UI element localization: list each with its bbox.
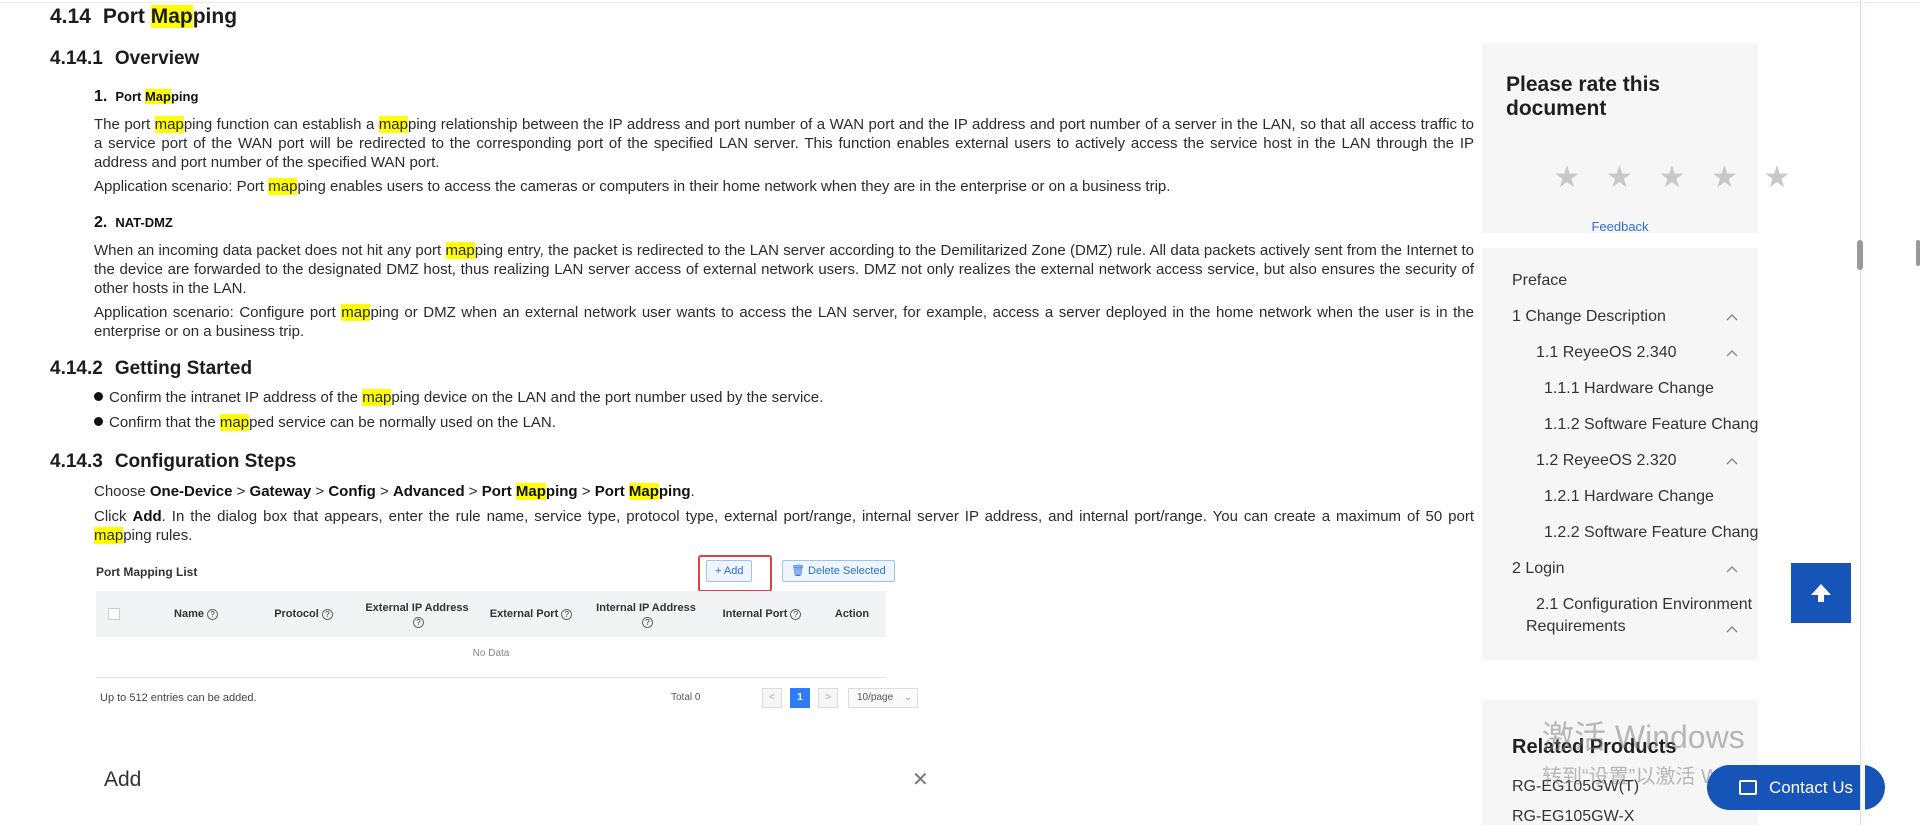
figure-entry-limit-note: Up to 512 entries can be added.	[100, 692, 257, 704]
rating-title: Please rate this document	[1506, 73, 1661, 120]
subsection-title-getting-started: 4.14.2 Getting Started	[50, 358, 253, 379]
list-heading-port-mapping: 1. Port Mapping	[94, 88, 199, 105]
close-icon: ✕	[912, 769, 929, 791]
toc-item[interactable]: 1.2 ReyeeOS 2.320	[1536, 450, 1677, 472]
toc-item[interactable]: 1.1.1 Hardware Change	[1544, 378, 1714, 400]
paragraph-nat-dmz-intro: When an incoming data packet does not hi…	[94, 242, 1475, 297]
paragraph-port-mapping-scenario: Application scenario: Port mapping enabl…	[94, 178, 1171, 195]
search-highlight: map	[445, 242, 475, 259]
chevron-up-icon[interactable]	[1726, 564, 1738, 576]
contact-us-button[interactable]: Contact Us	[1707, 765, 1885, 810]
table-of-contents: Preface 1 Change Description 1.1 ReyeeOS…	[1482, 248, 1758, 660]
section-number: 4.14	[50, 5, 91, 28]
search-highlight: Map	[515, 483, 546, 500]
section-title-4-14: 4.14 Port Mapping	[50, 5, 238, 28]
help-icon: ?	[642, 616, 653, 628]
star-icon[interactable]: ★	[1762, 163, 1792, 193]
subsection-title-overview: 4.14.1 Overview	[50, 48, 200, 69]
help-icon: ?	[413, 616, 424, 628]
toc-item[interactable]: 2.1 Configuration Environment	[1536, 594, 1752, 616]
search-highlight: Map	[144, 89, 171, 104]
toc-item[interactable]: 1.1.2 Software Feature Change	[1544, 414, 1758, 436]
search-highlight: map	[219, 414, 250, 431]
figure-total-count: Total 0	[671, 692, 701, 703]
chevron-down-icon: ⌄	[903, 692, 912, 703]
list-heading-nat-dmz: 2. NAT-DMZ	[94, 214, 173, 231]
bullet-dot-icon	[94, 392, 103, 401]
search-highlight: map	[154, 116, 184, 133]
bullet-item: Confirm the intranet IP address of the m…	[94, 389, 823, 406]
figure-delete-selected-button: 🗑 Delete Selected	[782, 560, 895, 582]
help-icon: ?	[321, 608, 333, 620]
star-icon[interactable]: ★	[1552, 163, 1582, 193]
search-highlight: map	[362, 389, 392, 406]
figure-list-title: Port Mapping List	[96, 565, 198, 579]
figure-page-size-select: 10/page ⌄	[848, 688, 918, 708]
figure-column-header: Internal Port?	[706, 591, 818, 637]
search-highlight: map	[341, 304, 371, 321]
figure-column-header: Name?	[146, 591, 246, 637]
search-highlight: Map	[628, 483, 659, 500]
search-highlight: map	[94, 527, 124, 544]
rating-stars: ★ ★ ★ ★ ★	[1552, 163, 1792, 193]
chevron-up-icon[interactable]	[1726, 456, 1738, 468]
trash-icon: 🗑	[791, 565, 809, 577]
bullet-dot-icon	[94, 417, 103, 426]
bullet-item: Confirm that the mapped service can be n…	[94, 414, 556, 431]
document-content: 4.14 Port Mapping 4.14.1 Overview 1. Port M…	[50, 0, 1474, 825]
toc-item[interactable]: 1.2.1 Hardware Change	[1544, 486, 1714, 508]
figure-column-header: External IP Address?	[365, 601, 469, 628]
help-icon: ?	[790, 608, 802, 620]
star-icon[interactable]: ★	[1657, 163, 1687, 193]
chevron-up-icon[interactable]	[1726, 624, 1738, 636]
toc-item[interactable]: 1 Change Description	[1512, 306, 1666, 328]
figure-no-data: No Data	[472, 648, 510, 659]
figure-select-all-checkbox	[108, 608, 120, 620]
chevron-up-icon[interactable]	[1726, 312, 1738, 324]
paragraph-port-mapping-intro: The port mapping function can establish …	[94, 116, 1474, 171]
help-icon: ?	[561, 608, 573, 620]
toc-item-continuation[interactable]: Requirements	[1526, 616, 1626, 638]
back-to-top-button[interactable]	[1791, 563, 1851, 623]
paragraph-click-add: Click Add. In the dialog box that appear…	[94, 508, 1475, 544]
paragraph-nat-dmz-scenario: Application scenario: Configure port map…	[94, 304, 1474, 340]
chat-icon	[1738, 780, 1757, 795]
figure-table-header: Name? Protocol? External IP Address? Ext…	[96, 591, 886, 637]
figure-column-header: Action	[834, 608, 870, 620]
figure-prev-page: <	[762, 688, 782, 708]
figure-current-page: 1	[790, 688, 810, 708]
sidebar-scrollbar-thumb[interactable]	[1857, 240, 1863, 270]
figure-dialog-title: Add	[104, 768, 142, 791]
toc-item[interactable]: 2 Login	[1512, 558, 1565, 580]
figure-divider	[96, 677, 886, 678]
figure-column-header: External Port?	[476, 591, 586, 637]
paragraph-navigation-path: Choose One-Device > Gateway > Config > A…	[94, 483, 695, 500]
figure-column-header: Internal IP Address?	[596, 601, 696, 628]
chevron-up-icon[interactable]	[1726, 348, 1738, 360]
search-highlight: map	[378, 116, 408, 133]
page-scrollbar-thumb[interactable]	[1916, 240, 1920, 266]
star-icon[interactable]: ★	[1605, 163, 1635, 193]
star-icon[interactable]: ★	[1710, 163, 1740, 193]
port-mapping-screenshot-figure: Port Mapping List + Add 🗑 Delete Selecte…	[96, 555, 929, 825]
search-highlight: map	[268, 178, 298, 195]
rating-panel: Please rate this document ★ ★ ★ ★ ★ Feed…	[1482, 43, 1790, 234]
help-icon: ?	[206, 608, 218, 620]
feedback-link[interactable]: Feedback	[1482, 219, 1758, 234]
figure-next-page: >	[818, 688, 838, 708]
figure-column-header: Protocol?	[251, 591, 356, 637]
sidebar-scrollbar[interactable]	[1860, 0, 1865, 825]
arrow-up-icon	[1811, 584, 1831, 602]
toc-item[interactable]: Preface	[1512, 270, 1567, 292]
figure-add-button: + Add	[706, 560, 753, 582]
toc-item[interactable]: 1.1 ReyeeOS 2.340	[1536, 342, 1677, 364]
toc-item[interactable]: 1.2.2 Software Feature Change	[1544, 522, 1758, 544]
search-highlight: Map	[150, 5, 193, 28]
subsection-title-configuration-steps: 4.14.3 Configuration Steps	[50, 451, 297, 472]
related-product-link[interactable]: RG-EG105GW-X	[1512, 808, 1634, 825]
